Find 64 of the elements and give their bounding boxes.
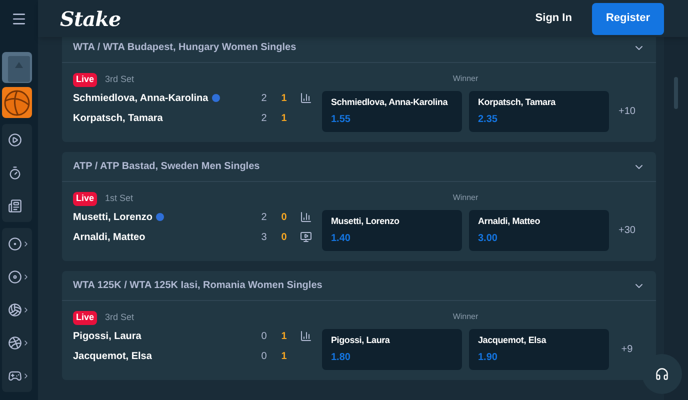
game-score: 1 [280, 350, 288, 364]
game-score: 1 [280, 112, 288, 126]
register-button[interactable]: Register [592, 2, 664, 34]
market-label: Winner [452, 192, 478, 204]
gamepad-icon [8, 369, 22, 383]
odds-button[interactable]: Korpatsch, Tamara 2.35 [469, 91, 609, 132]
more-markets-link[interactable]: +9 [621, 342, 633, 357]
scrollbar[interactable] [674, 77, 678, 109]
player-name: Korpatsch, Tamara [73, 112, 163, 126]
competition-title[interactable]: WTA / WTA Budapest, Hungary Women Singles [73, 40, 296, 55]
player-name: Jacquemot, Elsa [73, 350, 152, 364]
headset-icon [655, 367, 669, 381]
period-label: 1st Set [105, 192, 134, 206]
tv-icon[interactable] [300, 231, 312, 243]
player-name: Pigossi, Laura [73, 330, 142, 344]
odds-button[interactable]: Schmiedlova, Anna-Karolina 1.55 [322, 91, 462, 132]
odds-button[interactable]: Pigossi, Laura 1.80 [322, 329, 462, 370]
period-label: 3rd Set [105, 73, 134, 86]
competition-title[interactable]: ATP / ATP Bastad, Sweden Men Singles [73, 159, 260, 174]
market-label: Winner [452, 311, 478, 323]
odds-button[interactable]: Jacquemot, Elsa 1.90 [469, 329, 609, 370]
more-markets-link[interactable]: +10 [618, 104, 636, 119]
ball-icon [8, 303, 22, 317]
chevron-icon [22, 240, 30, 248]
competition-title[interactable]: WTA 125K / WTA 125K Iasi, Romania Women Singles [73, 278, 322, 293]
ball-icon [8, 237, 22, 251]
ball-icon [8, 270, 22, 284]
stopwatch-icon [8, 166, 22, 180]
player-name: Schmiedlova, Anna-Karolina [73, 92, 208, 106]
chevron-icon [22, 339, 30, 347]
game-score: 0 [280, 230, 288, 244]
chevron-icon [22, 306, 30, 314]
set-score: 2 [260, 210, 268, 224]
serving-icon [156, 213, 164, 221]
stats-icon[interactable] [300, 211, 312, 223]
player-name: Arnaldi, Matteo [73, 230, 146, 244]
game-score: 0 [280, 210, 288, 224]
stats-icon[interactable] [300, 92, 312, 104]
more-markets-link[interactable]: +30 [618, 223, 636, 238]
set-score: 3 [260, 230, 268, 244]
serving-icon [212, 94, 220, 102]
stats-icon[interactable] [300, 330, 312, 342]
period-label: 3rd Set [105, 311, 134, 324]
logo[interactable]: Stake [60, 4, 121, 34]
chevron-icon [22, 273, 30, 281]
game-score: 1 [280, 92, 288, 106]
menu-icon[interactable] [11, 10, 27, 26]
market-label: Winner [452, 73, 478, 85]
live-badge: Live [73, 311, 98, 325]
chevron-icon [22, 372, 30, 380]
newspaper-icon [8, 199, 22, 213]
play-icon [8, 133, 22, 147]
sign-in-button[interactable]: Sign In [535, 10, 572, 27]
odds-button[interactable]: Musetti, Lorenzo 1.40 [322, 210, 462, 251]
set-score: 0 [260, 330, 268, 344]
live-badge: Live [73, 73, 98, 87]
live-badge: Live [73, 192, 98, 206]
ball-icon [8, 336, 22, 350]
game-score: 1 [280, 330, 288, 344]
odds-button[interactable]: Arnaldi, Matteo 3.00 [469, 210, 609, 251]
set-score: 0 [260, 350, 268, 364]
set-score: 2 [260, 112, 268, 126]
set-score: 2 [260, 92, 268, 106]
player-name: Musetti, Lorenzo [73, 210, 152, 224]
